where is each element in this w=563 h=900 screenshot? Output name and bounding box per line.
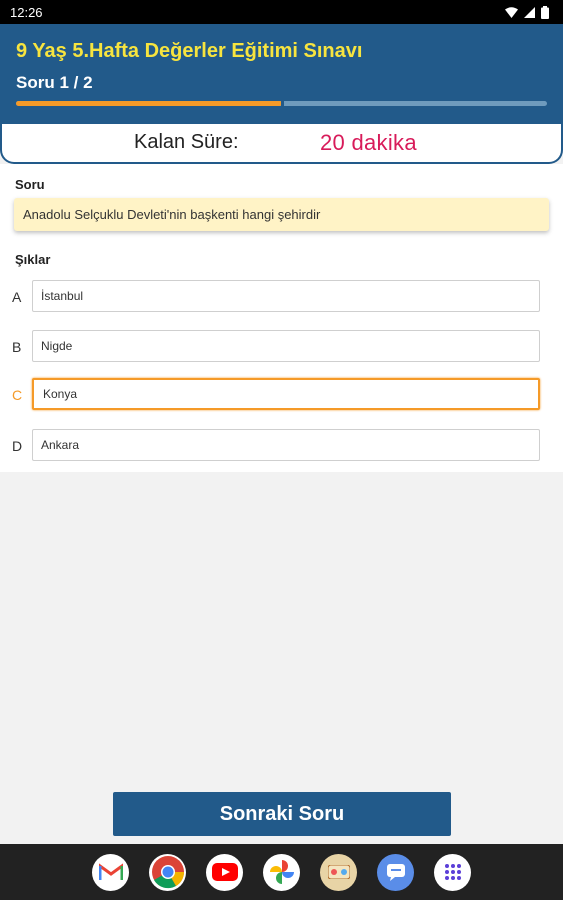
progress-fill [16,101,282,106]
option-field[interactable]: İstanbul [32,280,540,312]
cellular-signal-icon [524,6,535,18]
youtube-icon[interactable] [206,853,243,891]
question-counter: Soru 1 / 2 [16,73,93,92]
timer-label: Kalan Süre: [134,131,239,153]
timer-value: 20 dakika [320,130,417,155]
status-bar: 12:26 [0,0,563,24]
option-d[interactable]: D Ankara [0,429,563,463]
option-field[interactable]: Nigde [32,330,540,362]
quiz-title: 9 Yaş 5.Hafta Değerler Eğitimi Sınavı [16,40,363,62]
photos-icon[interactable] [263,853,300,891]
option-letter: C [12,387,23,403]
option-letter: D [12,438,23,454]
chrome-icon[interactable] [149,853,186,891]
option-field[interactable]: Ankara [32,429,540,461]
question-text: Anadolu Selçuklu Devleti'nin başkenti ha… [14,198,549,231]
progress-segment-divider [280,101,284,106]
app-header: 9 Yaş 5.Hafta Değerler Eğitimi Sınavı So… [0,24,563,124]
option-letter: B [12,339,22,355]
option-letter: A [12,289,22,305]
option-c[interactable]: C Konya [0,378,563,412]
status-icons [505,5,549,19]
battery-icon [541,5,549,19]
status-time: 12:26 [10,4,43,20]
messages-icon[interactable] [377,853,414,891]
option-b[interactable]: B Nigde [0,330,563,364]
next-question-button[interactable]: Sonraki Soru [113,792,451,836]
game-app-icon[interactable] [320,853,357,891]
option-a[interactable]: A İstanbul [0,280,563,314]
timer-panel: Kalan Süre: 20 dakika [0,124,563,164]
question-section-label: Soru [15,177,45,192]
app-drawer-icon[interactable] [434,853,471,891]
wifi-icon [505,6,518,18]
option-field[interactable]: Konya [32,378,540,410]
progress-bar [16,101,547,106]
options-section-label: Şıklar [15,252,51,267]
navigation-bar [0,844,563,900]
gmail-icon[interactable] [92,853,129,891]
